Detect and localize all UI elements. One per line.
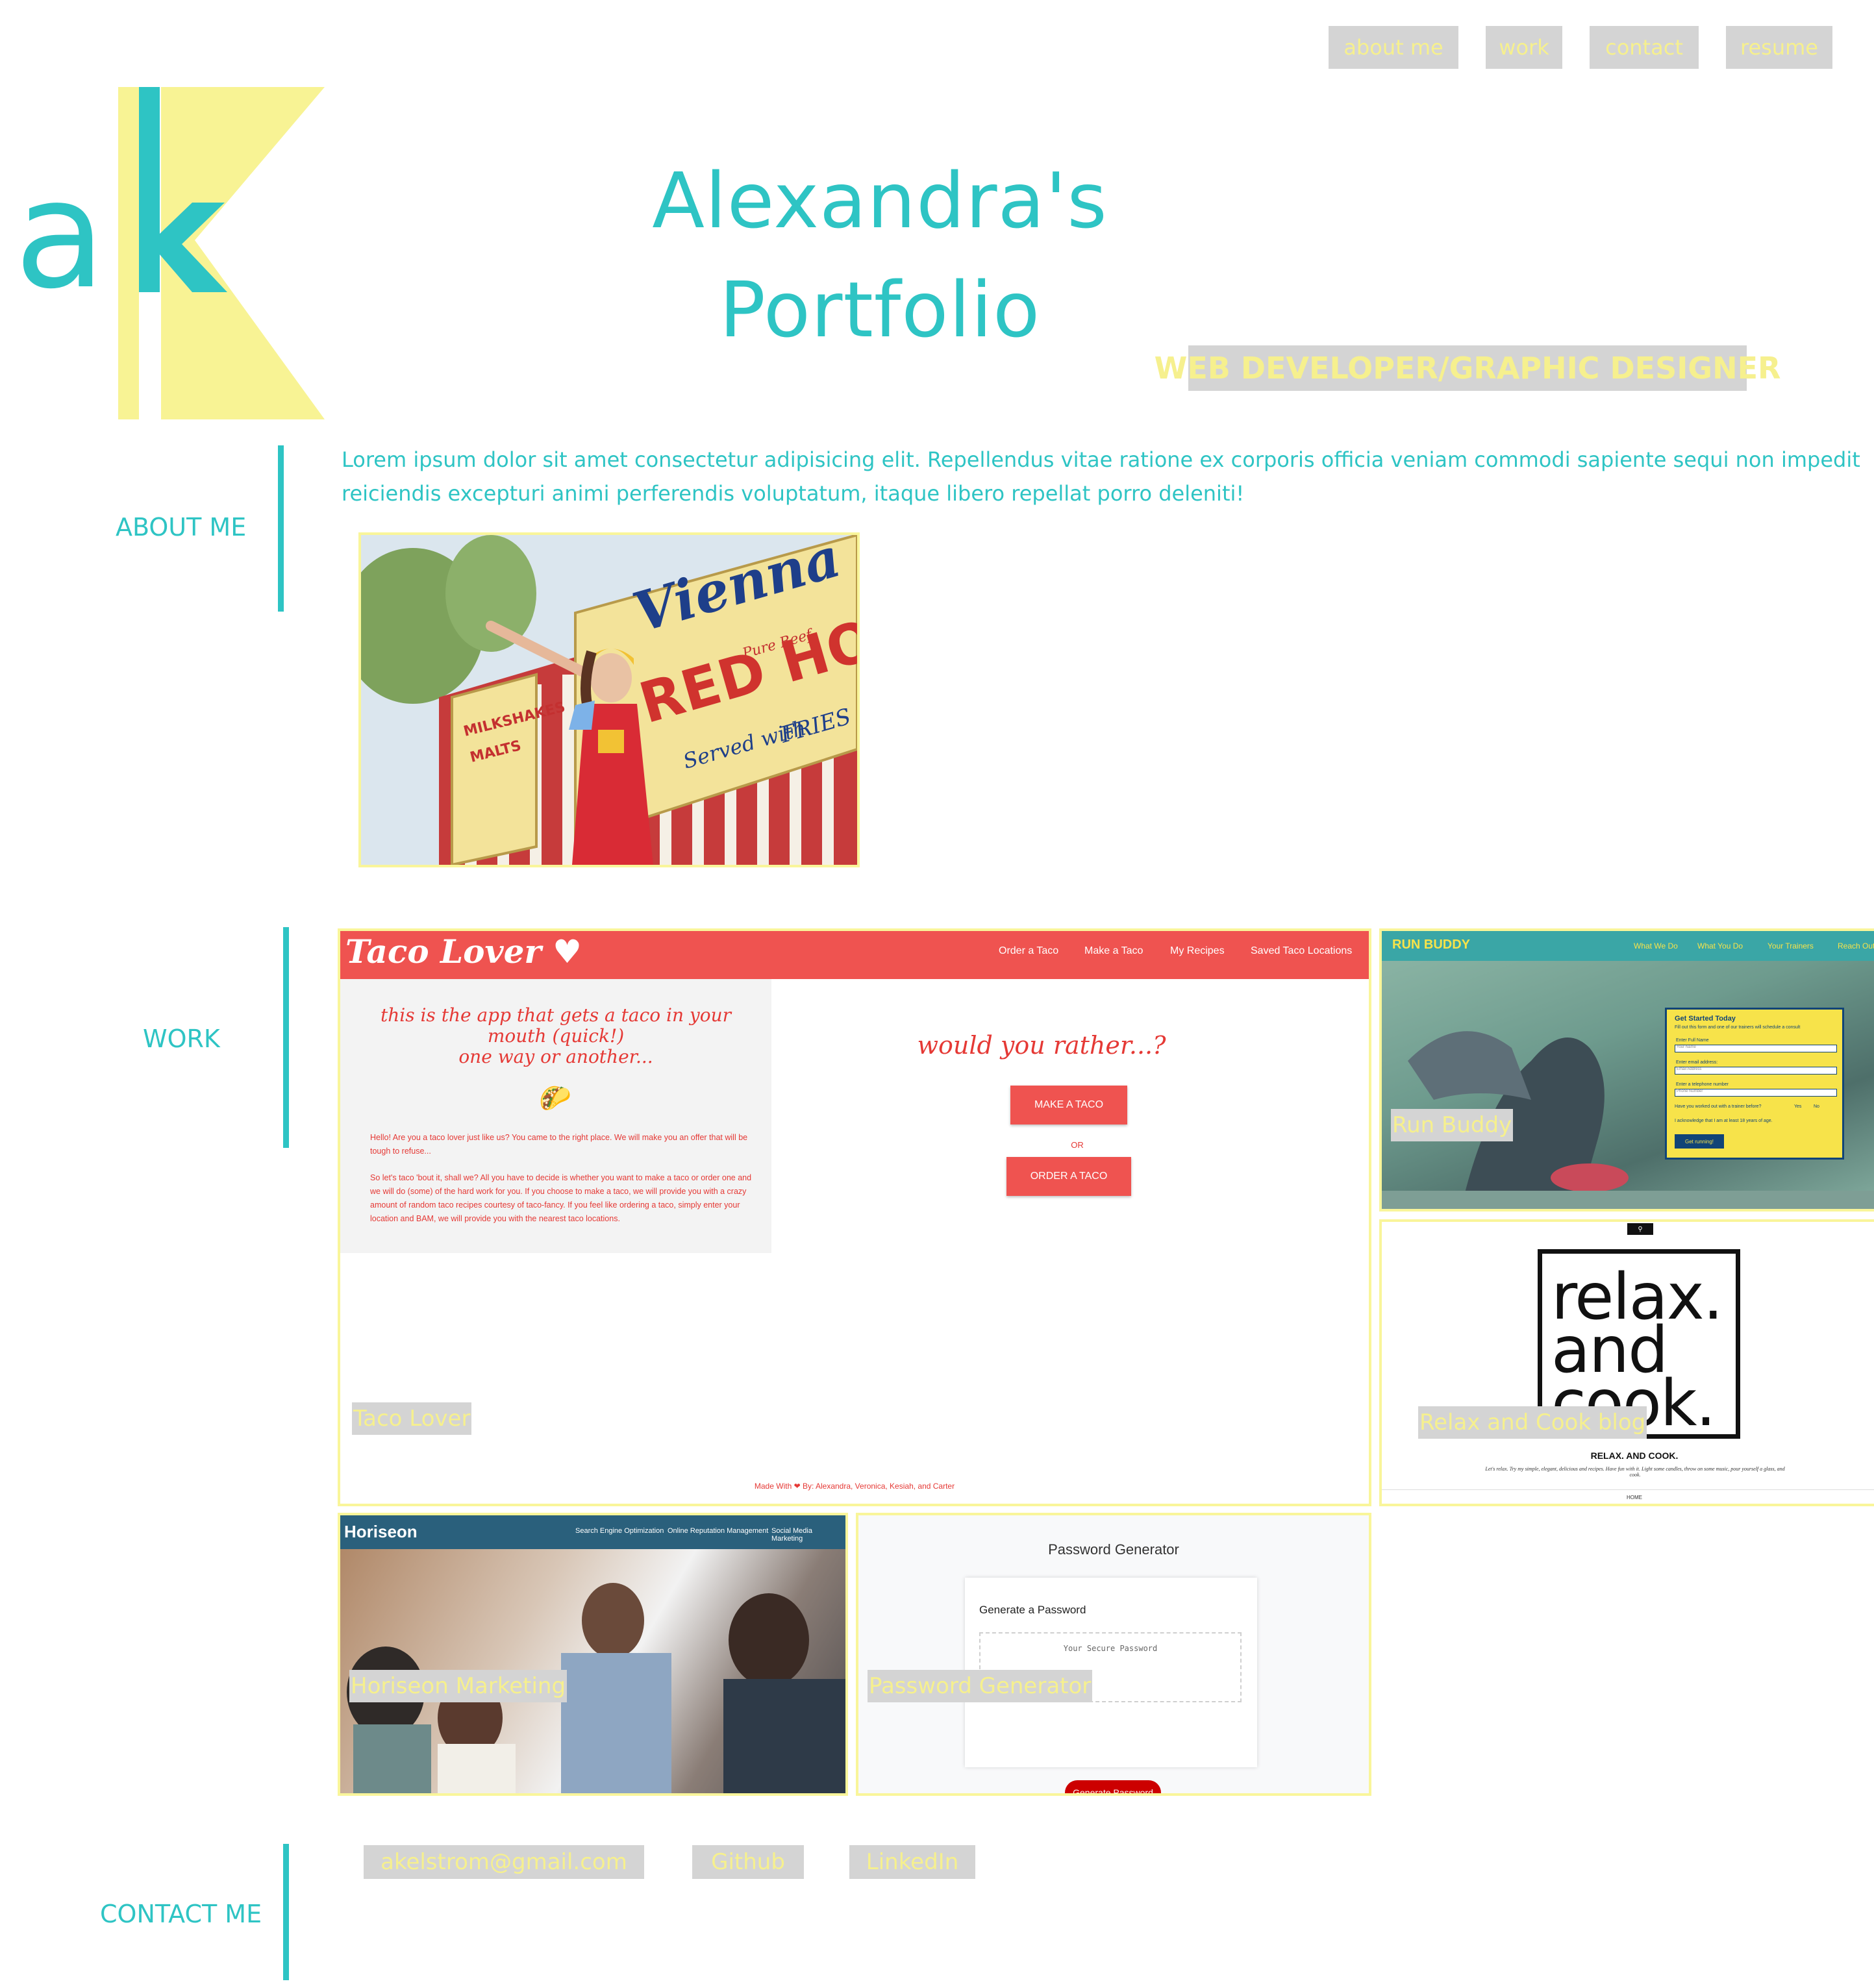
search-icon: ⚲ [1627,1223,1653,1235]
horiseon-nav-seo: Search Engine Optimization [575,1527,664,1535]
taco-intro-title: this is the app that gets a taco in your… [340,1005,771,1067]
taco-intro-sub: one way or another... [458,1046,653,1067]
taco-make-button: MAKE A TACO [1010,1086,1127,1124]
project-label-horiseon: Horiseon Marketing [349,1670,568,1702]
ak-logo: a ak [0,84,338,422]
taco-intro-panel: this is the app that gets a taco in your… [340,979,771,1253]
work-heading: WORK [143,1025,220,1053]
run-nav-you-do: What You Do [1697,941,1743,951]
logo-text: ak [0,84,1,85]
run-buddy-logo: RUN BUDDY [1392,938,1470,952]
taco-header: Taco Lover ♥ Order a Taco Make a Taco My… [340,931,1369,979]
about-me-heading: ABOUT ME [116,513,247,541]
page-title-line2: Portfolio [719,265,1041,354]
horiseon-nav-smm: Social Media Marketing [771,1527,812,1543]
taco-order-button: ORDER A TACO [1006,1157,1131,1196]
run-nav-do: What We Do [1634,941,1678,951]
project-card-relax-and-cook[interactable]: ⚲ relax. and cook. RELAX. AND COOK. Let'… [1379,1219,1874,1506]
run-field-phone: Phone Number [1675,1089,1837,1097]
nav-work[interactable]: work [1486,26,1562,69]
project-card-run-buddy[interactable]: RUN BUDDY What We Do What You Do Your Tr… [1379,928,1874,1211]
about-text-line1: Lorem ipsum dolor sit amet consectetur a… [342,447,1860,472]
nav-resume[interactable]: resume [1726,26,1832,69]
subtitle-badge: WEB DEVELOPER/GRAPHIC DESIGNER [1155,345,1780,391]
run-buddy-header: RUN BUDDY What We Do What You Do Your Tr… [1382,931,1874,961]
about-divider [278,445,284,612]
run-nav-trainers: Your Trainers [1768,941,1814,951]
run-form-title: Get Started Today [1675,1015,1736,1023]
taco-or-text: OR [1071,1140,1084,1150]
nav-contact[interactable]: contact [1590,26,1699,69]
page-title-line1: Alexandra's [652,156,1108,245]
logo-letter-a: a [14,149,106,322]
run-form-yes: Yes [1794,1104,1802,1109]
horiseon-header: Horiseon Search Engine Optimization Onli… [340,1515,845,1549]
run-buddy-form: Get Started Today Fill out this form and… [1665,1008,1844,1160]
taco-intro-title-text: this is the app that gets a taco in your… [380,1004,732,1047]
run-form-question: Have you worked out with a trainer befor… [1675,1104,1762,1109]
run-field-label-name: Enter Full Name [1676,1038,1709,1043]
project-label-taco-lover: Taco Lover [352,1402,472,1435]
run-form-sub: Fill out this form and one of our traine… [1675,1025,1801,1030]
contact-me-heading: CONTACT ME [100,1900,262,1928]
taco-footer: Made With ❤ By: Alexandra, Veronica, Kes… [754,1482,955,1491]
taco-question: would you rather...? [917,1031,1166,1060]
run-field-email: Email Address [1675,1067,1837,1075]
run-field-label-phone: Enter a telephone number [1676,1082,1729,1087]
project-label-run-buddy: Run Buddy [1391,1109,1514,1141]
password-card-title: Generate a Password [979,1604,1086,1616]
project-card-password-generator[interactable]: Password Generator Generate a Password Y… [856,1513,1371,1796]
horiseon-nav-orm: Online Reputation Management [668,1527,769,1535]
about-text-line2: reiciendis excepturi animi perferendis v… [342,481,1245,506]
run-nav-reach: Reach Out [1838,941,1874,951]
project-card-taco-lover[interactable]: Taco Lover ♥ Order a Taco Make a Taco My… [338,928,1371,1506]
profile-photo: Vienna Pure Beef RED HOTS Served with FR… [358,532,860,867]
run-form-ack: I acknowledge that I am at least 18 year… [1675,1119,1773,1123]
relax-blurb: Let's relax. Try my simple, elegant, del… [1485,1466,1785,1478]
contact-divider [283,1844,289,1980]
nav-about-me[interactable]: about me [1329,26,1458,69]
taco-logo: Taco Lover ♥ [345,932,582,971]
work-divider [283,927,289,1148]
project-card-horiseon[interactable]: Horiseon Search Engine Optimization Onli… [338,1513,848,1796]
horiseon-logo: Horiseon [344,1522,418,1541]
relax-home-link: HOME [1627,1495,1642,1500]
run-field-name: Your Name [1675,1045,1837,1052]
run-form-button: Get running! [1675,1134,1724,1149]
password-page-title: Password Generator [1048,1541,1179,1558]
taco-nav-saved: Saved Taco Locations [1251,945,1353,956]
contact-linkedin-link[interactable]: LinkedIn [849,1845,975,1879]
contact-email-link[interactable]: akelstrom@gmail.com [364,1845,644,1879]
project-label-password-generator: Password Generator [868,1670,1093,1702]
contact-github-link[interactable]: Github [692,1845,804,1879]
run-form-no: No [1814,1104,1819,1109]
relax-tagline: RELAX. AND COOK. [1590,1450,1679,1461]
page-title: Alexandra's Portfolio [571,146,1188,364]
generate-password-button: Generate Password [1065,1780,1161,1793]
taco-nav-recipes: My Recipes [1170,945,1225,956]
relax-divider [1382,1489,1874,1490]
taco-nav-order: Order a Taco [999,945,1059,956]
taco-intro-para1: Hello! Are you a taco lover just like us… [370,1133,748,1156]
about-text: Lorem ipsum dolor sit amet consectetur a… [342,443,1874,510]
project-label-relax-and-cook: Relax and Cook blog [1418,1406,1647,1439]
taco-nav-make: Make a Taco [1084,945,1143,956]
run-field-label-email: Enter email address: [1676,1060,1718,1065]
taco-emoji-icon: 🌮 [539,1084,571,1113]
taco-intro-para2: So let's taco 'bout it, shall we? All yo… [370,1173,752,1223]
